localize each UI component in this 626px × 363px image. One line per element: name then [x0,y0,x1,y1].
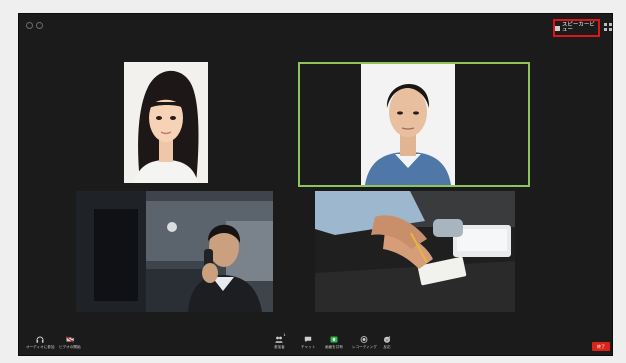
record-label: レコーディング [352,345,377,349]
join-audio-button[interactable]: オーディオに参加 [26,336,55,350]
share-screen-button[interactable]: 画面を共有 [325,336,343,350]
screenshot: スピーカービュー オーディオに参加 ビデオの開始 1 参加者 チャット 画面を共… [0,0,626,363]
man-on-phone-image [76,191,273,312]
reaction-emoji-icon [383,336,391,343]
chat-icon [304,336,312,343]
video-tile-participant-1[interactable] [124,62,208,183]
info-icon[interactable] [26,22,33,29]
active-speaker-frame [298,62,530,187]
reactions-button[interactable]: 反応 [383,336,391,350]
shield-icon[interactable] [36,22,43,29]
start-video-button[interactable]: ビデオの開始 [59,336,81,350]
start-video-label: ビデオの開始 [59,345,81,349]
chat-label: チャット [301,345,316,349]
share-screen-icon [330,336,338,343]
video-camera-off-icon [65,336,74,343]
join-audio-label: オーディオに参加 [26,345,55,349]
video-tile-participant-3[interactable] [76,191,273,312]
headphones-icon [36,336,44,343]
speaker-view-label: スピーカービュー [561,21,595,33]
speaker-view-button[interactable]: スピーカービュー [553,19,600,37]
grid-icon [555,25,560,31]
end-meeting-button[interactable]: 終了 [592,342,610,351]
participants-button[interactable]: 1 参加者 [274,333,286,350]
hands-writing-image [315,191,515,312]
record-button[interactable]: レコーディング [352,336,377,350]
woman-portrait-image [124,62,208,183]
participants-label: 参加者 [274,345,285,349]
participants-icon: 1 [275,333,286,343]
participants-count: 1 [283,333,286,337]
chat-button[interactable]: チャット [301,336,315,350]
video-tile-participant-4[interactable] [315,191,515,312]
record-icon [360,336,368,343]
meeting-toolbar: オーディオに参加 ビデオの開始 1 参加者 チャット 画面を共有 レコーディング… [19,332,614,357]
meeting-window: スピーカービュー オーディオに参加 ビデオの開始 1 参加者 チャット 画面を共… [18,13,613,356]
fullscreen-icon[interactable] [604,23,612,31]
share-screen-label: 画面を共有 [325,345,343,349]
reactions-label: 反応 [383,345,391,349]
